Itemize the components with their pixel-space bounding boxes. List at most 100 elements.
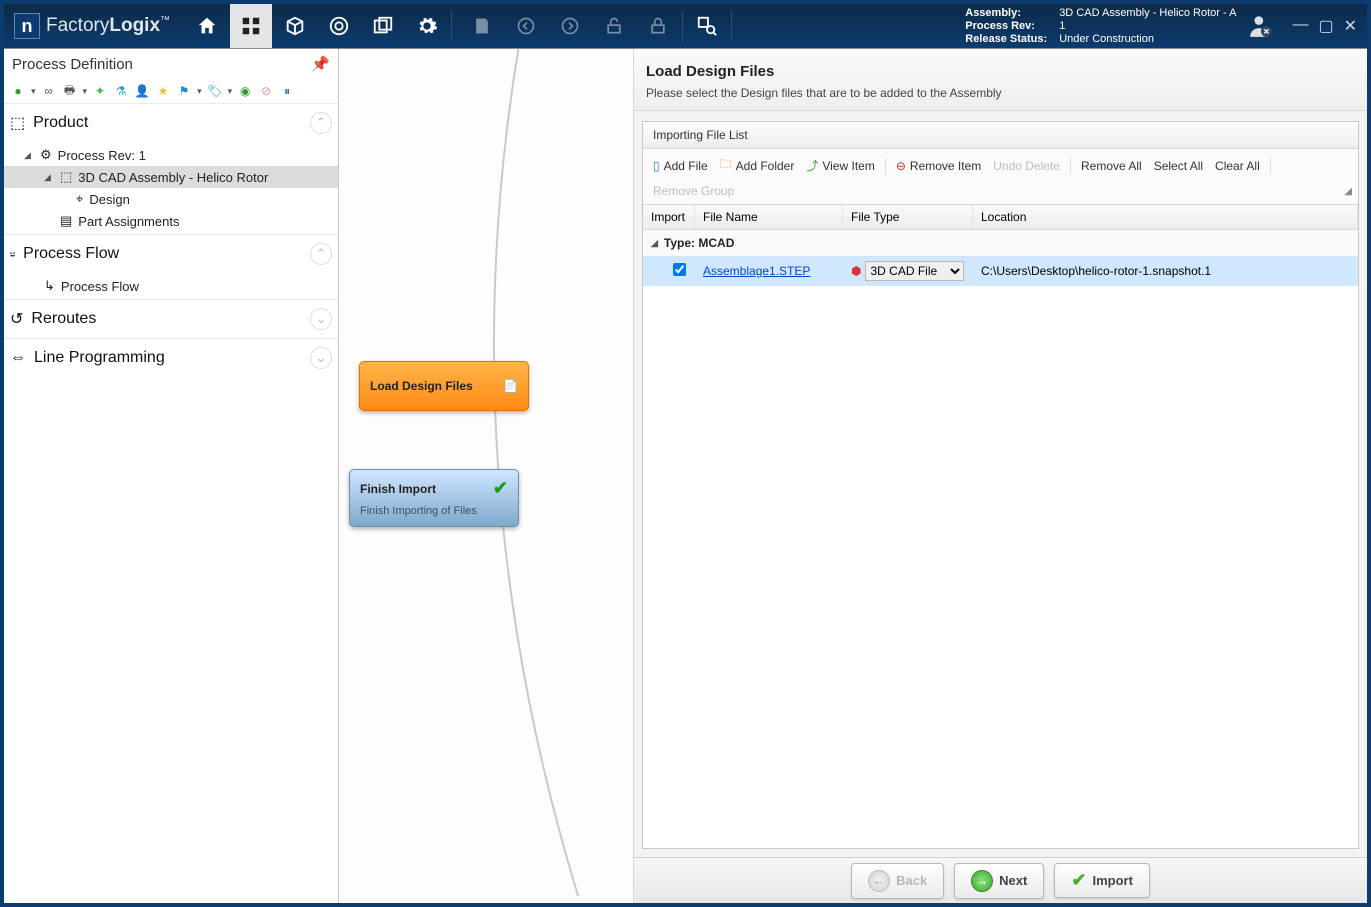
section-product[interactable]: ⬚ Product ⌃: [4, 103, 338, 142]
sidebar-toolbar: ●▾ ∞ 🖶▾ ✦ ⚗ 👤 ★ ⚑▾ 🏷▾ ◉ ⊘ ⏸: [4, 79, 338, 103]
reroute-icon: ↺: [10, 309, 23, 329]
view-icon: ⤴: [806, 157, 818, 174]
file-add-icon: ▯: [653, 159, 660, 173]
row-import-checkbox[interactable]: [673, 263, 686, 276]
branch-icon: ↳: [44, 278, 55, 294]
remove-all-button[interactable]: Remove All: [1077, 157, 1146, 175]
add-file-button[interactable]: ▯Add File: [649, 157, 712, 175]
collapse-icon[interactable]: ⌃: [310, 112, 332, 134]
sidebar-title: Process Definition: [12, 56, 133, 73]
expand-icon[interactable]: ⌄: [310, 347, 332, 369]
pause-icon[interactable]: ⏸: [279, 83, 295, 99]
table-row[interactable]: Assemblage1.STEP ⬢ 3D CAD File C:\Users\…: [643, 256, 1358, 286]
close-button[interactable]: ✕: [1344, 16, 1357, 36]
folder-icon: 🗀: [720, 155, 732, 176]
tree-part-assignments[interactable]: ▤Part Assignments: [4, 210, 338, 232]
wizard-nav: ← Back → Next ✔ Import: [634, 857, 1367, 903]
star-icon[interactable]: ★: [155, 83, 171, 99]
target-button[interactable]: [318, 4, 360, 48]
select-all-button[interactable]: Select All: [1150, 157, 1207, 175]
maximize-button[interactable]: ▢: [1318, 16, 1333, 36]
context-info: Assembly: Process Rev: Release Status: 3…: [957, 4, 1244, 49]
grid-group-mcad[interactable]: ◢Type: MCAD: [643, 230, 1358, 256]
pin-icon[interactable]: 📌: [311, 55, 330, 73]
section-process-flow[interactable]: ⸚ Process Flow ⌃: [4, 234, 338, 273]
tag-icon[interactable]: 🏷: [207, 83, 223, 99]
section-reroutes[interactable]: ↺ Reroutes ⌄: [4, 299, 338, 338]
unlock-button[interactable]: [593, 4, 635, 48]
design-icon: ⌖: [76, 191, 83, 207]
col-location[interactable]: Location: [973, 205, 1358, 229]
col-file-name[interactable]: File Name: [695, 205, 843, 229]
inspect-button[interactable]: [686, 4, 728, 48]
panel-subtitle: Please select the Design files that are …: [646, 86, 1355, 100]
view-item-button[interactable]: ⤴View Item: [802, 155, 878, 176]
add-icon[interactable]: ●: [10, 83, 26, 99]
logo-icon: n: [14, 13, 40, 39]
tree-process-flow[interactable]: ↳Process Flow: [4, 275, 338, 297]
user-menu[interactable]: [1244, 9, 1278, 43]
panel-title: Load Design Files: [646, 63, 1355, 80]
flag-icon[interactable]: ⚑: [176, 83, 192, 99]
clear-all-button[interactable]: Clear All: [1211, 157, 1264, 175]
flask-icon[interactable]: ⚗: [113, 83, 129, 99]
section-line-programming[interactable]: ⇔ Line Programming ⌄: [4, 338, 338, 377]
arrow-left-icon: ←: [868, 870, 890, 892]
add-folder-button[interactable]: 🗀Add Folder: [716, 153, 799, 178]
undo-delete-button: Undo Delete: [989, 157, 1064, 175]
back-button[interactable]: ← Back: [851, 863, 944, 899]
ok-icon[interactable]: ◉: [237, 83, 253, 99]
product-icon: ⬚: [10, 113, 25, 133]
import-button[interactable]: ✔ Import: [1054, 863, 1150, 898]
next-button[interactable]: → Next: [954, 863, 1044, 899]
rev-value: 1: [1059, 20, 1236, 33]
sidebar: Process Definition 📌 ●▾ ∞ 🖶▾ ✦ ⚗ 👤 ★ ⚑▾ …: [4, 49, 339, 903]
line-icon: ⇔: [10, 349, 26, 367]
row-file-link[interactable]: Assemblage1.STEP: [703, 264, 810, 278]
tree-design[interactable]: ⌖Design: [4, 188, 338, 210]
puzzle-icon[interactable]: ✦: [92, 83, 108, 99]
column-chooser-icon[interactable]: ◢: [1344, 186, 1352, 197]
cad-icon: ⬢: [851, 264, 861, 278]
grid-header: Import File Name File Type Location: [643, 205, 1358, 230]
block-icon[interactable]: ⊘: [258, 83, 274, 99]
list-icon: ▤: [60, 213, 72, 229]
col-import[interactable]: Import: [643, 205, 695, 229]
file-icon: 📄: [503, 379, 518, 393]
arrow-right-icon: →: [971, 870, 993, 892]
tree-process-rev[interactable]: ◢⚙Process Rev: 1: [4, 144, 338, 166]
cube-icon: ⬚: [60, 169, 72, 185]
home-button[interactable]: [186, 4, 228, 48]
lock-button[interactable]: [637, 4, 679, 48]
col-file-type[interactable]: File Type: [843, 205, 973, 229]
brand-name-2: Logix: [109, 15, 160, 36]
row-location: C:\Users\Desktop\helico-rotor-1.snapshot…: [973, 259, 1358, 283]
import-toolbar: ▯Add File 🗀Add Folder ⤴View Item ⊖Remove…: [643, 149, 1358, 205]
import-list-title: Importing File List: [643, 122, 1358, 149]
check-icon: ✔: [1071, 870, 1086, 891]
expand-icon[interactable]: ⌄: [310, 308, 332, 330]
save-button[interactable]: [461, 4, 503, 48]
remove-group-button: Remove Group: [649, 182, 738, 200]
row-file-type-select[interactable]: 3D CAD File: [865, 261, 964, 281]
assembly-value: 3D CAD Assembly - Helico Rotor - A: [1059, 7, 1236, 20]
remove-item-button[interactable]: ⊖Remove Item: [892, 157, 985, 175]
grid-module-button[interactable]: [230, 4, 272, 48]
collapse-icon[interactable]: ⌃: [310, 243, 332, 265]
package-button[interactable]: [274, 4, 316, 48]
nav-fwd-button[interactable]: [549, 4, 591, 48]
step-finish-import[interactable]: Finish Import✔ Finish Importing of Files: [349, 469, 519, 527]
windows-button[interactable]: [362, 4, 404, 48]
link-icon[interactable]: ∞: [41, 83, 57, 99]
status-value: Under Construction: [1059, 33, 1236, 46]
print-icon[interactable]: 🖶: [62, 83, 78, 99]
nav-back-button[interactable]: [505, 4, 547, 48]
person-icon[interactable]: 👤: [134, 83, 150, 99]
step-load-design-files[interactable]: Load Design Files 📄: [359, 361, 529, 411]
title-bar: n FactoryLogix™ Assembly: Process Rev:: [4, 4, 1367, 48]
tree-assembly[interactable]: ◢⬚3D CAD Assembly - Helico Rotor: [4, 166, 338, 188]
remove-icon: ⊖: [896, 159, 906, 173]
flow-icon: ⸚: [10, 243, 15, 265]
minimize-button[interactable]: —: [1292, 16, 1308, 36]
gear-button[interactable]: [406, 4, 448, 48]
